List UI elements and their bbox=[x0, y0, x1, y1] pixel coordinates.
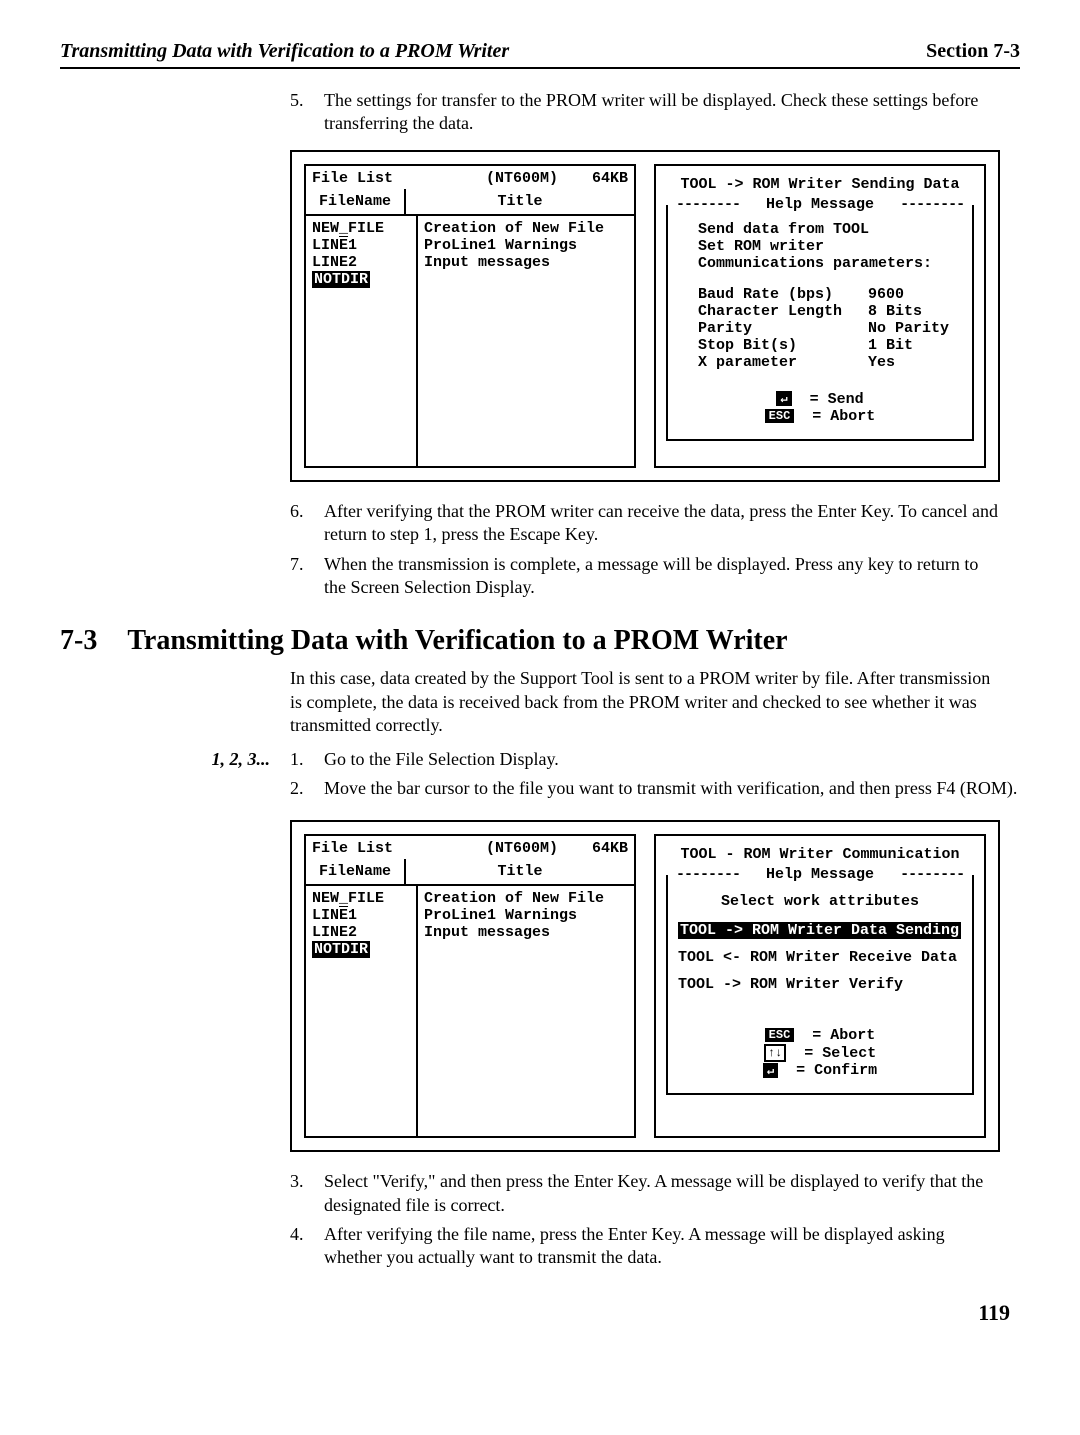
section-title: Transmitting Data with Verification to a… bbox=[127, 625, 787, 657]
param-key: Character Length bbox=[698, 303, 868, 320]
param-val: Yes bbox=[868, 354, 895, 371]
file-row: NEW_FILE bbox=[312, 890, 410, 907]
esc-key-icon: ESC bbox=[765, 409, 795, 423]
help-line: Send data from TOOL bbox=[698, 221, 962, 238]
col-header-filename: FileName bbox=[306, 859, 406, 884]
header-section-right: Section 7-3 bbox=[926, 40, 1020, 63]
menu-item-selected: TOOL -> ROM Writer Data Sending bbox=[678, 922, 962, 939]
file-row: LINE2 bbox=[312, 254, 410, 271]
model-label: (NT600M) bbox=[452, 840, 592, 857]
esc-key-icon: ESC bbox=[765, 1028, 795, 1042]
col-header-filename: FileName bbox=[306, 189, 406, 214]
model-label: (NT600M) bbox=[452, 170, 592, 187]
file-row-selected: NOTDIR bbox=[312, 271, 410, 288]
step-3: 3. Select "Verify," and then press the E… bbox=[290, 1170, 1000, 1217]
col-header-title: Title bbox=[406, 859, 634, 884]
header-title-left: Transmitting Data with Verification to a… bbox=[60, 40, 509, 63]
file-list-label: File List bbox=[312, 170, 452, 187]
arrow-keys-icon: ↑↓ bbox=[764, 1044, 786, 1062]
menu-item: TOOL -> ROM Writer Verify bbox=[678, 976, 962, 993]
param-key: X parameter bbox=[698, 354, 868, 371]
help-box: -------- Help Message -------- Send data… bbox=[666, 205, 974, 441]
info-panel: TOOL -> ROM Writer Sending Data --------… bbox=[654, 164, 986, 468]
step-5: 5. The settings for transfer to the PROM… bbox=[290, 89, 1000, 136]
help-line: Set ROM writer bbox=[698, 238, 962, 255]
title-row: ProLine1 Warnings bbox=[424, 237, 628, 254]
file-row: LINE1 bbox=[312, 907, 410, 924]
key-legend: ESC = Abort ↑↓ = Select ↵ = Confirm bbox=[678, 1027, 962, 1079]
enter-key-icon: ↵ bbox=[776, 391, 791, 406]
step-text: After verifying the file name, press the… bbox=[324, 1223, 1000, 1270]
page-header: Transmitting Data with Verification to a… bbox=[60, 40, 1020, 69]
title-column: Creation of New File ProLine1 Warnings I… bbox=[418, 886, 634, 1136]
param-val: 9600 bbox=[868, 286, 904, 303]
steps-label: 1, 2, 3... bbox=[130, 748, 290, 807]
param-key: Baud Rate (bps) bbox=[698, 286, 868, 303]
step-4: 4. After verifying the file name, press … bbox=[290, 1223, 1000, 1270]
step-text: When the transmission is complete, a mes… bbox=[324, 553, 1000, 600]
step-number: 1. bbox=[290, 748, 324, 771]
step-number: 3. bbox=[290, 1170, 324, 1217]
step-text: After verifying that the PROM writer can… bbox=[324, 500, 1000, 547]
step-number: 5. bbox=[290, 89, 324, 136]
key-legend: ↵ = Send ESC = Abort bbox=[678, 391, 962, 425]
param-val: 1 Bit bbox=[868, 337, 913, 354]
section-number: 7-3 bbox=[60, 625, 97, 657]
step-7: 7. When the transmission is complete, a … bbox=[290, 553, 1000, 600]
step-text: Select "Verify," and then press the Ente… bbox=[324, 1170, 1000, 1217]
title-row: Creation of New File bbox=[424, 890, 628, 907]
help-title: -------- Help Message -------- bbox=[668, 196, 972, 213]
file-list-panel: File List (NT600M) 64KB FileName Title N… bbox=[304, 834, 636, 1138]
param-key: Parity bbox=[698, 320, 868, 337]
help-subtitle: Select work attributes bbox=[678, 885, 962, 922]
title-row: Input messages bbox=[424, 254, 628, 271]
info-panel: TOOL - ROM Writer Communication --------… bbox=[654, 834, 986, 1138]
step-number: 7. bbox=[290, 553, 324, 600]
file-list-panel: File List (NT600M) 64KB FileName Title N… bbox=[304, 164, 636, 468]
step-number: 4. bbox=[290, 1223, 324, 1270]
file-row: NEW_FILE bbox=[312, 220, 410, 237]
title-column: Creation of New File ProLine1 Warnings I… bbox=[418, 216, 634, 466]
page-number: 119 bbox=[60, 1300, 1010, 1326]
step-6: 6. After verifying that the PROM writer … bbox=[290, 500, 1000, 547]
step-number: 2. bbox=[290, 777, 324, 800]
section-intro: In this case, data created by the Suppor… bbox=[290, 667, 1000, 737]
title-row: ProLine1 Warnings bbox=[424, 907, 628, 924]
step-2: 2. Move the bar cursor to the file you w… bbox=[290, 777, 1020, 800]
step-text: The settings for transfer to the PROM wr… bbox=[324, 89, 1000, 136]
param-val: No Parity bbox=[868, 320, 949, 337]
size-label: 64KB bbox=[592, 840, 628, 857]
param-key: Stop Bit(s) bbox=[698, 337, 868, 354]
step-text: Move the bar cursor to the file you want… bbox=[324, 777, 1020, 800]
step-1: 1. Go to the File Selection Display. bbox=[290, 748, 1020, 771]
file-row-selected: NOTDIR bbox=[312, 941, 410, 958]
step-text: Go to the File Selection Display. bbox=[324, 748, 1020, 771]
file-row: LINE1 bbox=[312, 237, 410, 254]
dos-figure-sending: File List (NT600M) 64KB FileName Title N… bbox=[290, 150, 1000, 482]
col-header-title: Title bbox=[406, 189, 634, 214]
help-box: -------- Help Message -------- Select wo… bbox=[666, 875, 974, 1095]
file-list-label: File List bbox=[312, 840, 452, 857]
step-number: 6. bbox=[290, 500, 324, 547]
param-val: 8 Bits bbox=[868, 303, 922, 320]
size-label: 64KB bbox=[592, 170, 628, 187]
filename-column: NEW_FILE LINE1 LINE2 NOTDIR bbox=[306, 216, 418, 466]
filename-column: NEW_FILE LINE1 LINE2 NOTDIR bbox=[306, 886, 418, 1136]
file-row: LINE2 bbox=[312, 924, 410, 941]
menu-item: TOOL <- ROM Writer Receive Data bbox=[678, 949, 962, 966]
help-title: -------- Help Message -------- bbox=[668, 866, 972, 883]
title-row: Creation of New File bbox=[424, 220, 628, 237]
section-heading: 7-3 Transmitting Data with Verification … bbox=[60, 625, 1020, 657]
title-row: Input messages bbox=[424, 924, 628, 941]
dos-figure-communication: File List (NT600M) 64KB FileName Title N… bbox=[290, 820, 1000, 1152]
enter-key-icon: ↵ bbox=[763, 1063, 778, 1078]
help-line: Communications parameters: bbox=[698, 255, 962, 272]
